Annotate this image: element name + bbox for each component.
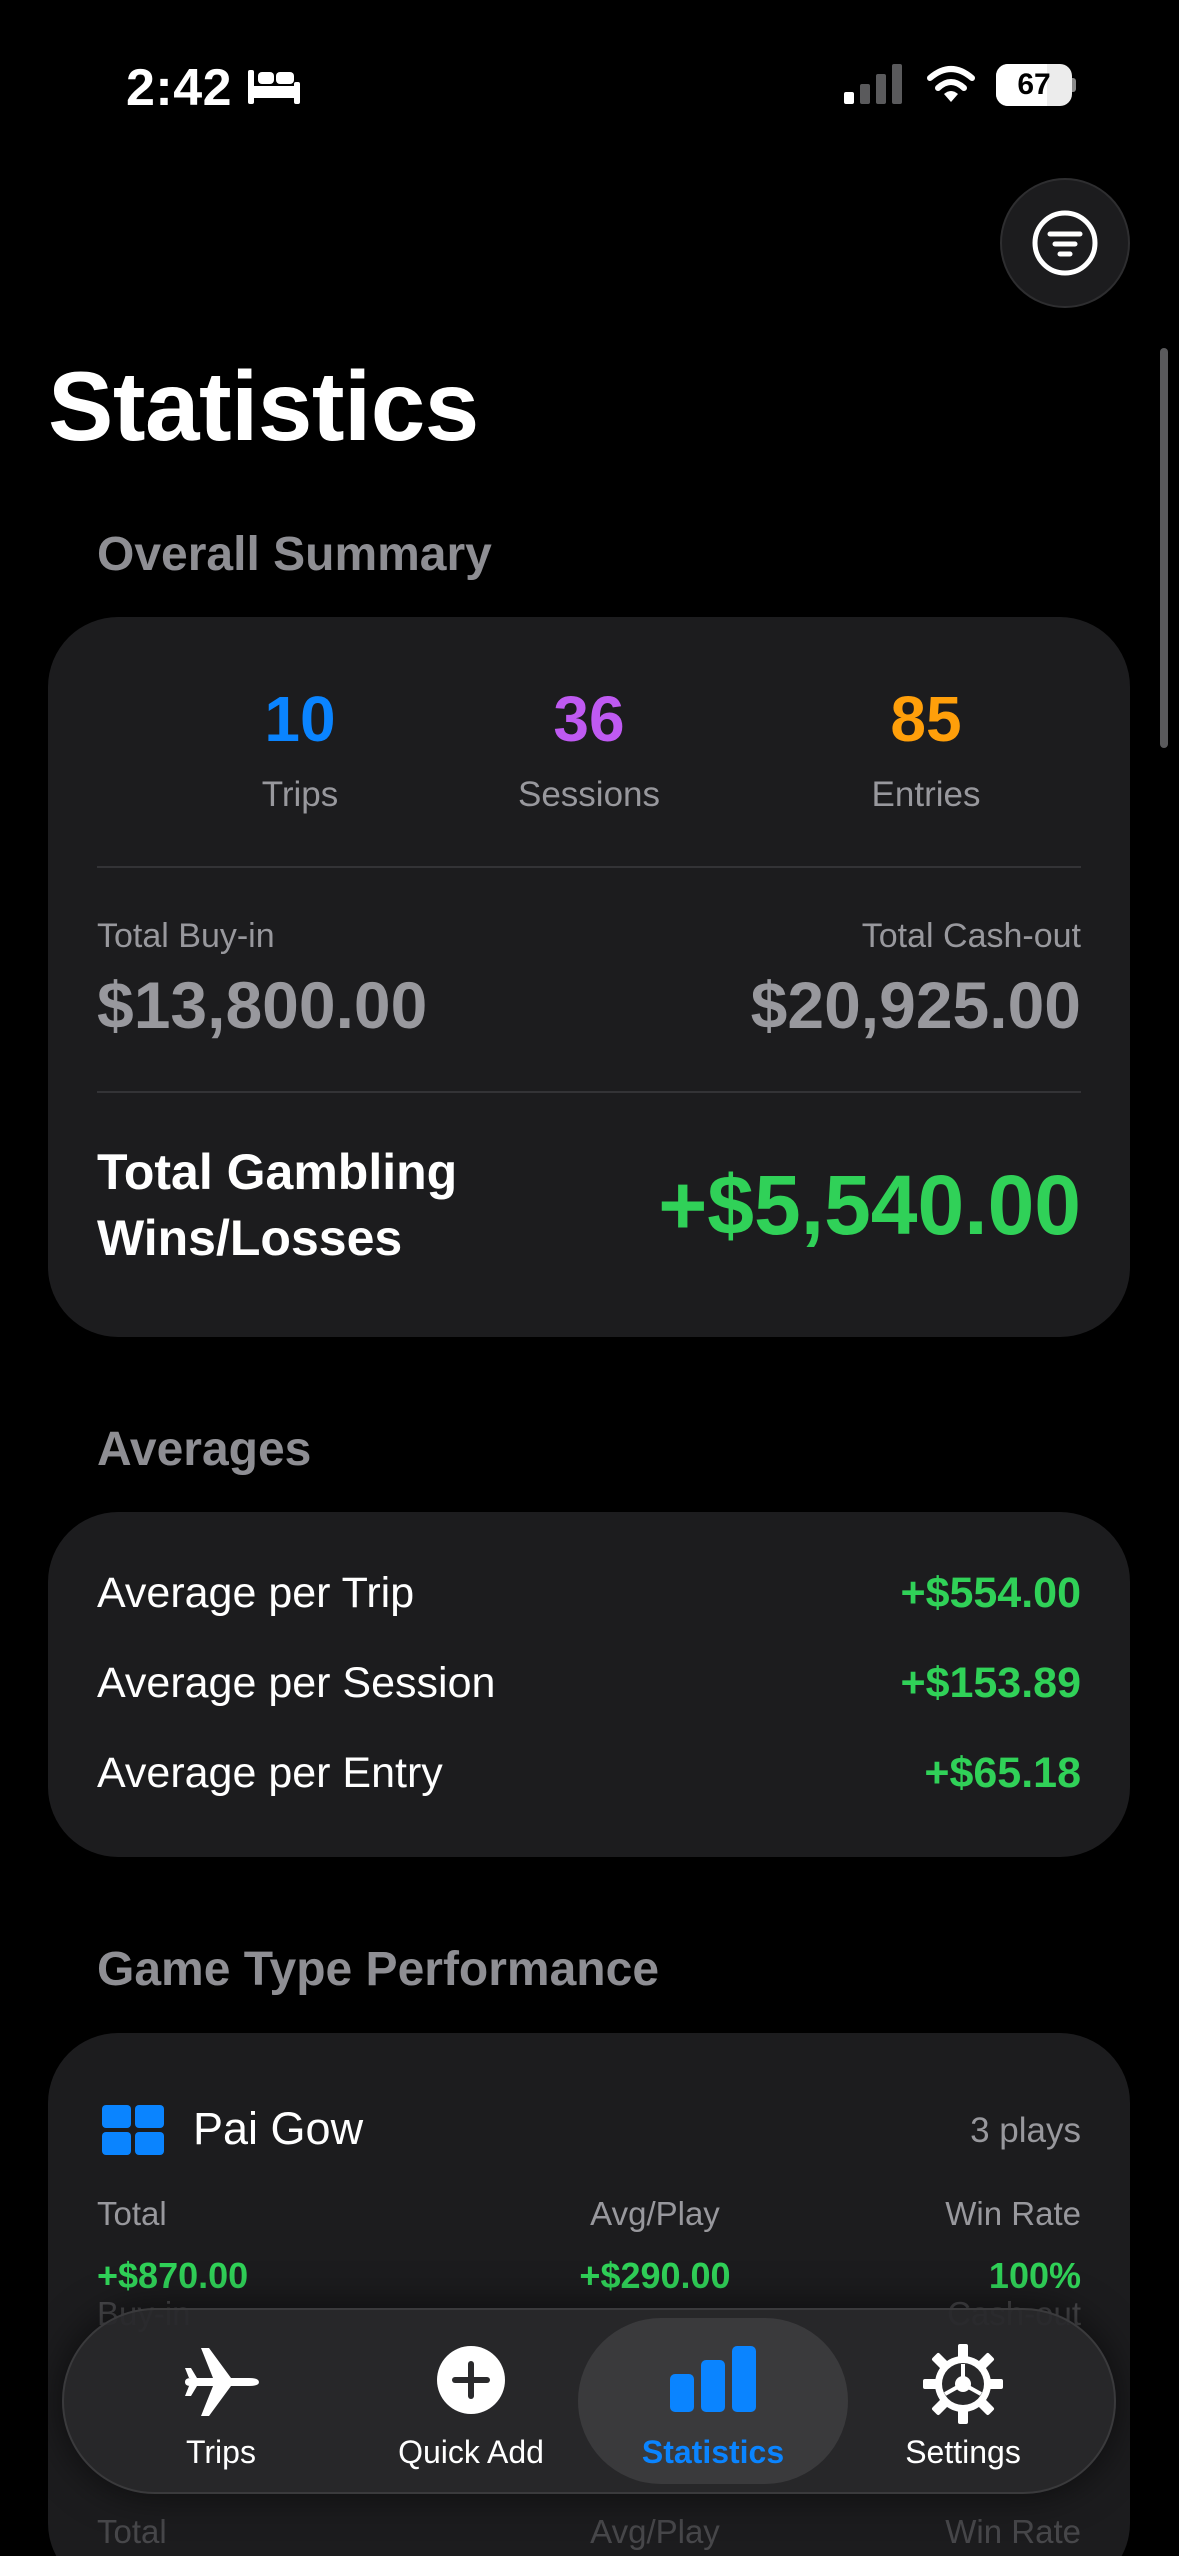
game-total-label: Total	[97, 2195, 167, 2232]
average-per-trip-row: Average per Trip +$554.00	[97, 1569, 1081, 1629]
average-value: +$554.00	[900, 1569, 1081, 1617]
game-total-value: +$870.00	[97, 2255, 249, 2296]
average-per-session-row: Average per Session +$153.89	[97, 1659, 1081, 1719]
tab-label: Quick Add	[398, 2434, 544, 2470]
plus-circle-icon	[437, 2346, 505, 2414]
next-game-total-label: Total	[97, 2513, 167, 2550]
cellular-signal-icon	[844, 64, 902, 104]
next-game-winrate-label: Win Rate	[945, 2513, 1081, 2550]
wifi-icon	[927, 66, 975, 102]
tab-settings[interactable]: Settings	[828, 2318, 1098, 2484]
tab-trips[interactable]: Trips	[86, 2318, 356, 2484]
game-winrate-label: Win Rate	[945, 2195, 1081, 2232]
tiles-icon	[102, 2105, 164, 2155]
scroll-indicator[interactable]	[1160, 348, 1168, 748]
filter-button[interactable]	[1000, 178, 1130, 308]
averages-card: Average per Trip +$554.00 Average per Se…	[48, 1512, 1130, 1857]
average-label: Average per Trip	[97, 1569, 415, 1617]
entries-count-value: 85	[890, 683, 962, 755]
game-winrate-value: 100%	[988, 2255, 1081, 2296]
trips-count: 10 Trips	[150, 687, 450, 815]
page-title: Statistics	[48, 351, 479, 461]
bar-chart-icon	[670, 2346, 756, 2412]
tab-quick-add[interactable]: Quick Add	[336, 2318, 606, 2484]
sessions-count: 36 Sessions	[439, 687, 739, 815]
game-avg-value: +$290.00	[579, 2255, 731, 2296]
sessions-count-value: 36	[553, 683, 625, 755]
entries-count: 85 Entries	[776, 687, 1076, 815]
status-time: 2:42	[126, 59, 233, 117]
sessions-count-label: Sessions	[517, 775, 661, 814]
gear-icon	[923, 2344, 1003, 2424]
game-performance-header: Game Type Performance	[97, 1943, 660, 1996]
average-value: +$65.18	[924, 1749, 1081, 1797]
average-per-entry-row: Average per Entry +$65.18	[97, 1749, 1081, 1809]
average-value: +$153.89	[900, 1659, 1081, 1707]
tab-label: Statistics	[641, 2434, 785, 2470]
net-result-label: Total Gambling Wins/Losses	[97, 1144, 458, 1266]
averages-header: Averages	[97, 1423, 312, 1476]
battery-indicator: 67	[996, 64, 1076, 106]
divider	[97, 866, 1081, 868]
airplane-icon	[185, 2348, 259, 2416]
total-buyin-label: Total Buy-in	[97, 917, 275, 955]
total-cashout-value: $20,925.00	[750, 968, 1081, 1042]
trips-count-value: 10	[264, 683, 336, 755]
tab-label: Trips	[186, 2434, 256, 2470]
tab-statistics[interactable]: Statistics	[578, 2318, 848, 2484]
total-cashout-label: Total Cash-out	[861, 917, 1081, 955]
entries-count-label: Entries	[871, 775, 981, 814]
bed-icon	[248, 70, 300, 104]
overall-summary-header: Overall Summary	[97, 528, 492, 581]
trips-count-label: Trips	[261, 775, 339, 814]
game-name: Pai Gow	[193, 2103, 364, 2154]
game-plays: 3 plays	[970, 2111, 1081, 2150]
tab-bar: Trips Quick Add Statistics Settings	[62, 2308, 1116, 2494]
battery-percent: 67	[1017, 68, 1051, 101]
average-label: Average per Session	[97, 1659, 496, 1707]
game-avg-label: Avg/Play	[590, 2195, 720, 2232]
filter-icon	[1032, 210, 1098, 276]
next-game-avg-label: Avg/Play	[590, 2513, 720, 2550]
status-bar: 2:42 67	[0, 0, 1179, 170]
tab-label: Settings	[905, 2434, 1021, 2470]
overall-summary-card: 10 Trips 36 Sessions 85 Entries Total Bu…	[48, 617, 1130, 1337]
divider	[97, 1091, 1081, 1093]
net-result-value: +$5,540.00	[658, 1158, 1081, 1252]
total-buyin-value: $13,800.00	[97, 968, 428, 1042]
average-label: Average per Entry	[97, 1749, 443, 1797]
